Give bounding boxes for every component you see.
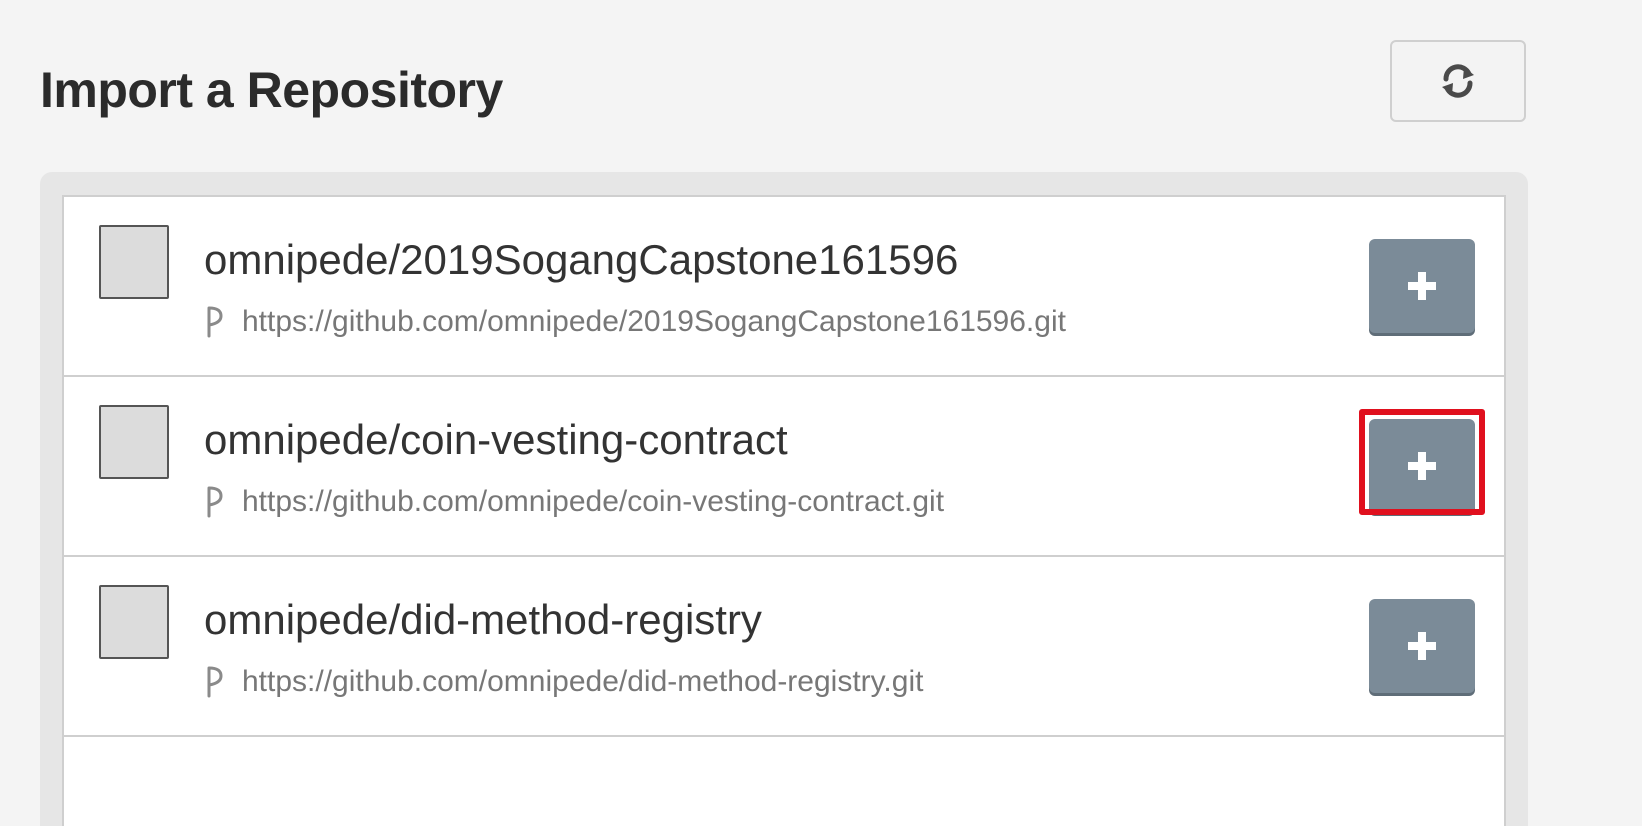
repository-name: omnipede/2019SogangCapstone161596 bbox=[204, 236, 959, 283]
repository-name: omnipede/did-method-registry bbox=[204, 596, 762, 643]
fork-icon bbox=[204, 665, 226, 699]
repository-checkbox[interactable] bbox=[99, 405, 169, 479]
repository-list: omnipede/2019SogangCapstone161596 https:… bbox=[62, 195, 1506, 826]
add-repository-button[interactable] bbox=[1359, 409, 1485, 515]
fork-icon bbox=[204, 305, 226, 339]
plus-icon bbox=[1404, 448, 1440, 484]
repository-row: omnipede/2019SogangCapstone161596 https:… bbox=[64, 197, 1504, 377]
repository-url: https://github.com/omnipede/did-method-r… bbox=[242, 665, 924, 698]
repository-url: https://github.com/omnipede/2019SogangCa… bbox=[242, 305, 1066, 338]
add-repository-button[interactable] bbox=[1369, 239, 1475, 333]
repository-row: omnipede/did-method-registry https://git… bbox=[64, 557, 1504, 737]
repository-row: omnipede/coin-vesting-contract https://g… bbox=[64, 377, 1504, 557]
add-repository-button[interactable] bbox=[1369, 599, 1475, 693]
refresh-icon bbox=[1438, 61, 1478, 101]
fork-icon bbox=[204, 485, 226, 519]
repository-checkbox[interactable] bbox=[99, 585, 169, 659]
repository-url-line: https://github.com/omnipede/coin-vesting… bbox=[204, 485, 944, 519]
repository-url-line: https://github.com/omnipede/2019SogangCa… bbox=[204, 305, 1066, 339]
repository-url: https://github.com/omnipede/coin-vesting… bbox=[242, 485, 945, 518]
page-title: Import a Repository bbox=[40, 62, 503, 118]
plus-icon bbox=[1404, 628, 1440, 664]
import-repository-page: Import a Repository omnipede/2019SogangC… bbox=[0, 0, 1642, 826]
refresh-button[interactable] bbox=[1390, 40, 1526, 122]
repository-name: omnipede/coin-vesting-contract bbox=[204, 416, 788, 463]
repository-checkbox[interactable] bbox=[99, 225, 169, 299]
repository-url-line: https://github.com/omnipede/did-method-r… bbox=[204, 665, 923, 699]
plus-icon bbox=[1404, 268, 1440, 304]
